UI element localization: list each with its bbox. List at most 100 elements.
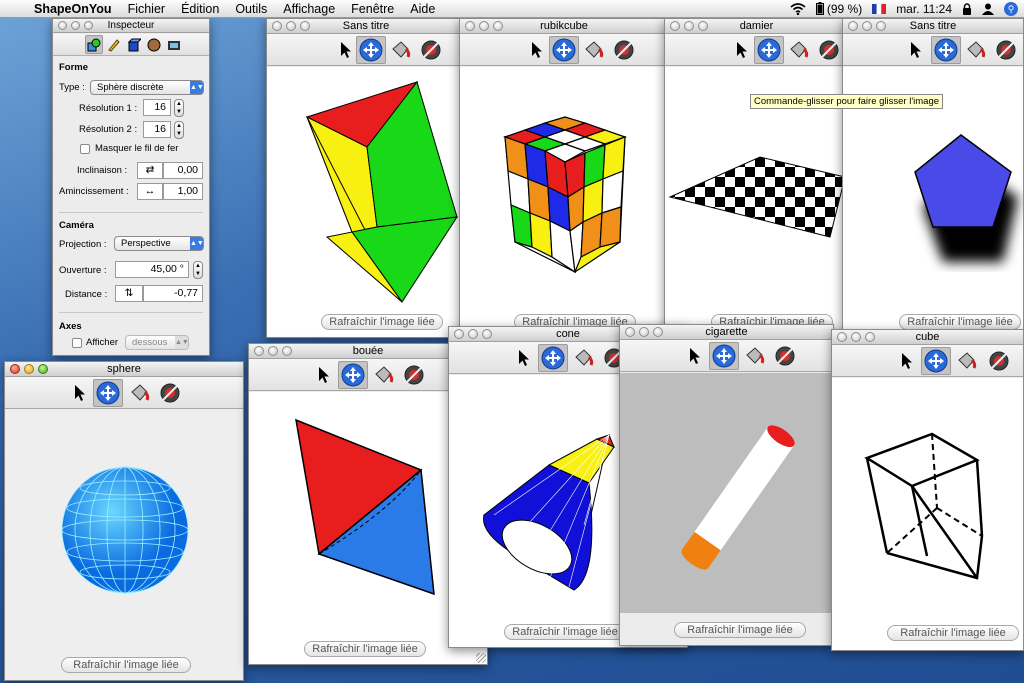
pencil-tab-icon[interactable]: [105, 35, 123, 54]
wireframe-checkbox[interactable]: [80, 144, 90, 154]
move-cross-icon[interactable]: [338, 361, 368, 389]
menu-outils[interactable]: Outils: [227, 2, 275, 16]
arrow-pointer-icon[interactable]: [65, 379, 95, 407]
shape-tab-icon[interactable]: [85, 35, 103, 54]
lock-icon[interactable]: [962, 2, 972, 15]
resolution-1-stepper[interactable]: ▲ ▼: [174, 99, 184, 117]
color-wheel-icon[interactable]: [814, 36, 844, 64]
color-wheel-icon[interactable]: [399, 361, 429, 389]
zoom-button[interactable]: [282, 346, 292, 356]
aperture-field[interactable]: 45,00 °: [115, 261, 189, 278]
paint-bucket-icon[interactable]: [784, 36, 814, 64]
resize-handle[interactable]: [476, 653, 486, 663]
distance-field[interactable]: -0,77: [143, 285, 203, 302]
close-button[interactable]: [465, 21, 475, 31]
paint-bucket-icon[interactable]: [125, 379, 155, 407]
arrow-pointer-icon[interactable]: [727, 36, 757, 64]
move-cross-icon[interactable]: [931, 36, 961, 64]
zoom-button[interactable]: [38, 364, 48, 374]
menu-edition[interactable]: Édition: [173, 2, 227, 16]
minimize-button[interactable]: [71, 21, 80, 30]
color-wheel-icon[interactable]: [770, 342, 800, 370]
color-wheel-icon[interactable]: [155, 379, 185, 407]
refresh-button[interactable]: Rafraîchir l'image liée: [61, 657, 191, 673]
move-cross-icon[interactable]: [549, 36, 579, 64]
zoom-button[interactable]: [865, 332, 875, 342]
title-bar[interactable]: sphere: [5, 362, 243, 377]
arrow-pointer-icon[interactable]: [680, 342, 710, 370]
close-button[interactable]: [454, 329, 464, 339]
spotlight-icon[interactable]: ⚲: [1004, 1, 1018, 16]
wifi-icon[interactable]: [790, 2, 806, 15]
minimize-button[interactable]: [684, 21, 694, 31]
zoom-button[interactable]: [876, 21, 886, 31]
texture-tab-icon[interactable]: [145, 35, 163, 54]
title-bar[interactable]: Sans titre: [843, 19, 1023, 34]
minimize-button[interactable]: [639, 327, 649, 337]
user-icon[interactable]: [982, 3, 994, 15]
paint-bucket-icon[interactable]: [961, 36, 991, 64]
title-bar[interactable]: cigarette: [620, 325, 833, 340]
color-wheel-icon[interactable]: [991, 36, 1021, 64]
menu-fichier[interactable]: Fichier: [120, 2, 174, 16]
menu-app-name[interactable]: ShapeOnYou: [30, 2, 120, 16]
minimize-button[interactable]: [468, 329, 478, 339]
axes-position-popup[interactable]: dessous ▲▼: [125, 335, 189, 350]
close-button[interactable]: [837, 332, 847, 342]
close-button[interactable]: [254, 346, 264, 356]
minimize-button[interactable]: [24, 364, 34, 374]
arrow-pointer-icon[interactable]: [892, 347, 922, 375]
move-cross-icon[interactable]: [93, 379, 123, 407]
refresh-button[interactable]: Rafraîchir l'image liée: [321, 314, 443, 330]
show-axes-checkbox[interactable]: [72, 338, 82, 348]
clock[interactable]: mar. 11:24: [896, 2, 952, 16]
cube-tab-icon[interactable]: [125, 35, 143, 54]
paint-bucket-icon[interactable]: [386, 36, 416, 64]
close-button[interactable]: [10, 364, 20, 374]
refresh-button[interactable]: Rafraîchir l'image liée: [887, 625, 1019, 641]
zoom-button[interactable]: [482, 329, 492, 339]
close-button[interactable]: [272, 21, 282, 31]
arrow-pointer-icon[interactable]: [309, 361, 339, 389]
resolution-2-field[interactable]: 16: [143, 121, 171, 138]
minimize-button[interactable]: [862, 21, 872, 31]
color-wheel-icon[interactable]: [984, 347, 1014, 375]
close-button[interactable]: [625, 327, 635, 337]
zoom-button[interactable]: [84, 21, 93, 30]
close-button[interactable]: [848, 21, 858, 31]
paint-bucket-icon[interactable]: [579, 36, 609, 64]
refresh-button[interactable]: Rafraîchir l'image liée: [304, 641, 426, 657]
battery-menu[interactable]: (99 %): [815, 2, 862, 16]
resolution-1-field[interactable]: 16: [143, 99, 171, 116]
film-tab-icon[interactable]: [165, 35, 183, 54]
title-bar[interactable]: Sans titre: [267, 19, 465, 34]
title-bar[interactable]: Inspecteur: [53, 19, 209, 33]
minimize-button[interactable]: [851, 332, 861, 342]
projection-popup[interactable]: Perspective ▲▼: [114, 236, 204, 251]
thinning-horizontal-icon[interactable]: ↔: [137, 183, 163, 200]
paint-bucket-icon[interactable]: [569, 344, 599, 372]
arrow-pointer-icon[interactable]: [509, 344, 539, 372]
color-wheel-icon[interactable]: [609, 36, 639, 64]
zoom-button[interactable]: [493, 21, 503, 31]
close-button[interactable]: [670, 21, 680, 31]
menu-fenetre[interactable]: Fenêtre: [343, 2, 402, 16]
minimize-button[interactable]: [286, 21, 296, 31]
tilt-field[interactable]: 0,00: [163, 162, 203, 179]
color-wheel-icon[interactable]: [416, 36, 446, 64]
title-bar[interactable]: cube: [832, 330, 1023, 345]
flag-icon[interactable]: [872, 3, 887, 14]
move-cross-icon[interactable]: [754, 36, 784, 64]
refresh-button[interactable]: Rafraîchir l'image liée: [674, 622, 806, 638]
move-cross-icon[interactable]: [921, 347, 951, 375]
zoom-button[interactable]: [698, 21, 708, 31]
minimize-button[interactable]: [268, 346, 278, 356]
tilt-swap-icon[interactable]: ⇄: [137, 162, 163, 179]
refresh-button[interactable]: Rafraîchir l'image liée: [899, 314, 1021, 330]
paint-bucket-icon[interactable]: [952, 347, 982, 375]
move-cross-icon[interactable]: [538, 344, 568, 372]
move-cross-icon[interactable]: [709, 342, 739, 370]
paint-bucket-icon[interactable]: [740, 342, 770, 370]
menu-affichage[interactable]: Affichage: [275, 2, 343, 16]
move-cross-icon[interactable]: [356, 36, 386, 64]
